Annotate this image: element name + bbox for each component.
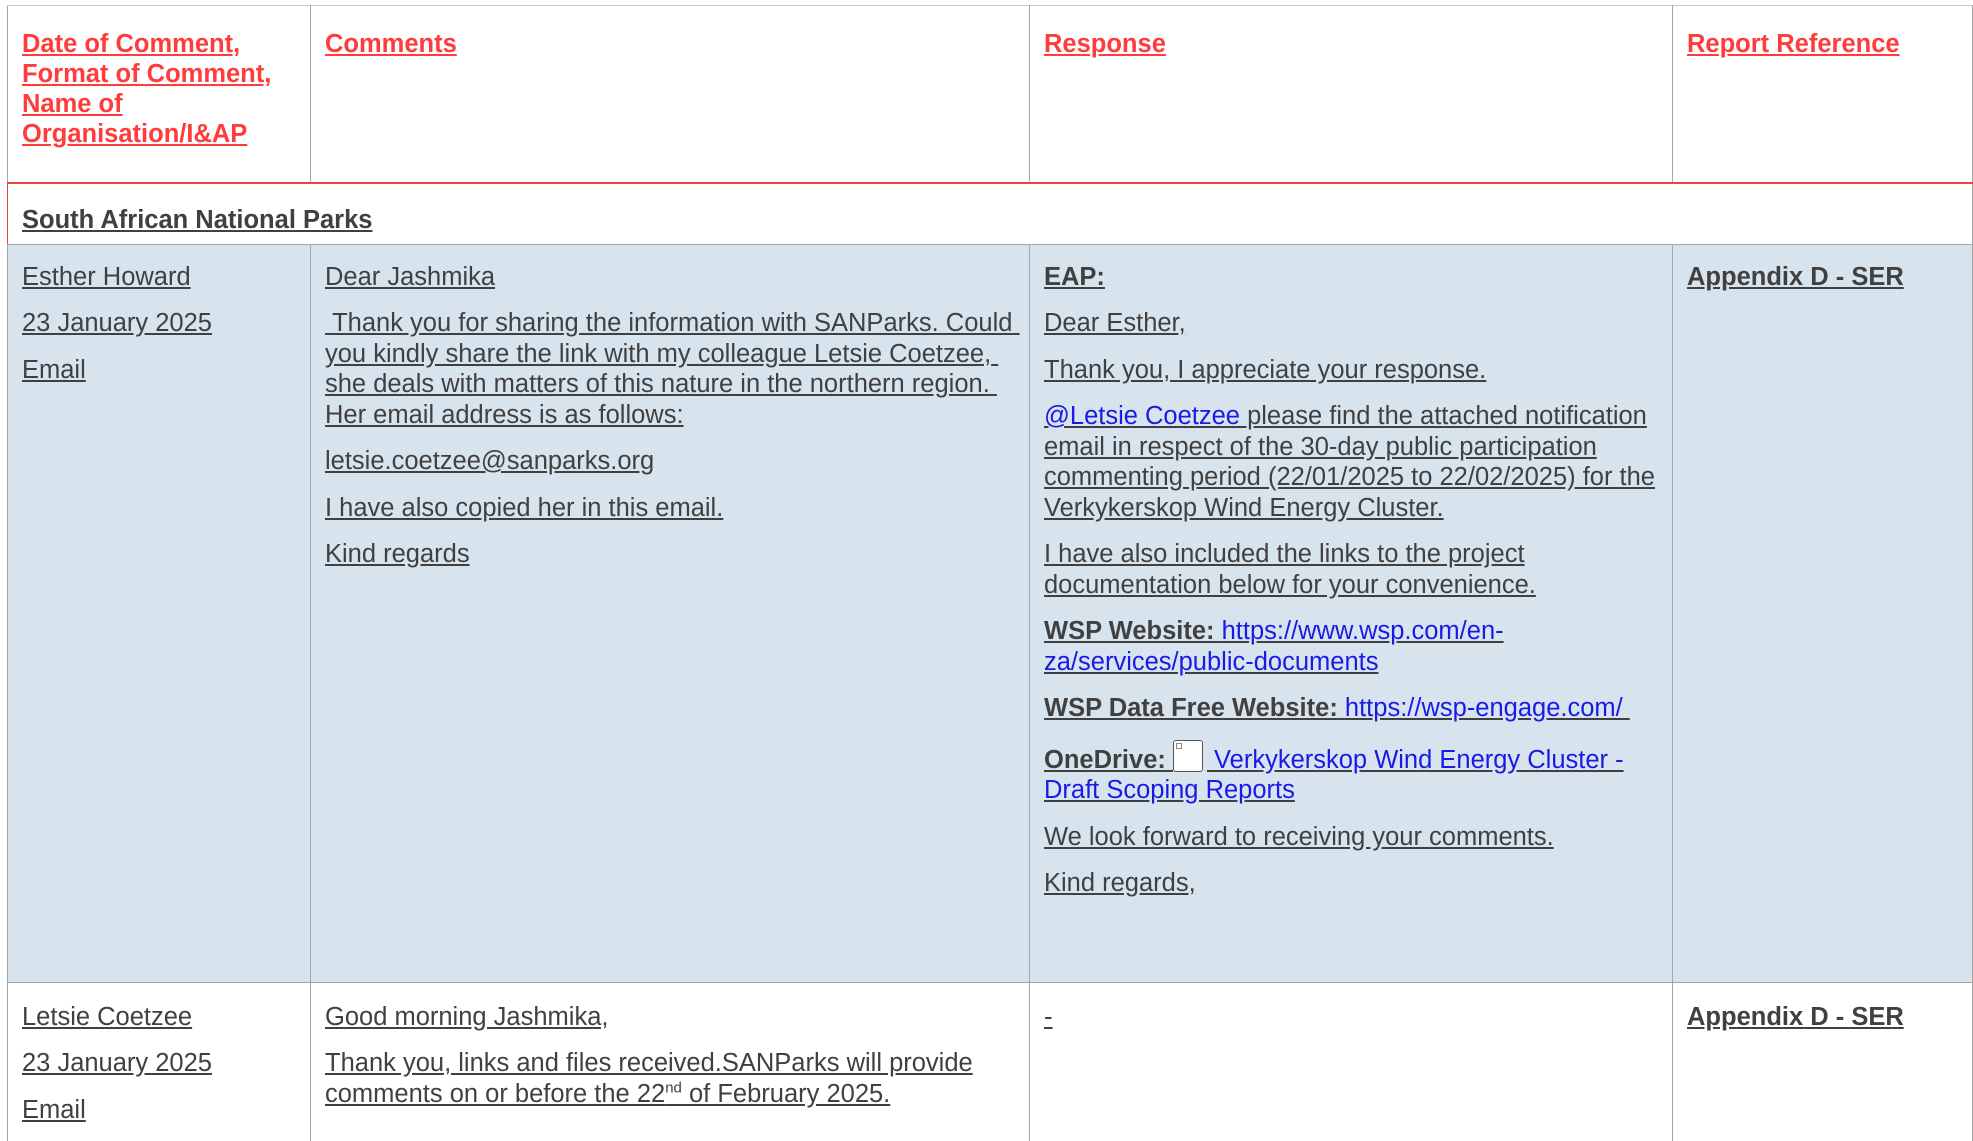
table-header-row: Date of Comment, Format of Comment, Name… bbox=[7, 5, 1973, 184]
comments-cell: Dear Jashmika Thank you for sharing the … bbox=[310, 244, 1030, 983]
response-cell: EAP: Dear Esther, Thank you, I appreciat… bbox=[1029, 244, 1673, 983]
section-title: South African National Parks bbox=[7, 183, 1973, 245]
commenter-cell: Letsie Coetzee 23 January 2025 Email bbox=[7, 982, 311, 1141]
wsp-website-label: WSP Website: bbox=[1044, 617, 1215, 645]
commenter-cell: Esther Howard 23 January 2025 Email bbox=[7, 244, 311, 983]
ordinal-suffix: nd bbox=[665, 1079, 682, 1096]
wsp-website-line: WSP Website: https://www.wsp.com/en-za/s… bbox=[1044, 616, 1660, 677]
onedrive-line: OneDrive: Verkykerskop Wind Energy Clust… bbox=[1044, 739, 1660, 806]
section-row: South African National Parks bbox=[7, 183, 1973, 245]
onedrive-label: OneDrive: bbox=[1044, 745, 1166, 774]
report-reference: Appendix D - SER bbox=[1687, 1002, 1904, 1031]
response-greeting: Dear Esther, bbox=[1044, 309, 1186, 337]
report-reference: Appendix D - SER bbox=[1687, 262, 1904, 291]
header-response: Response bbox=[1029, 5, 1673, 184]
reference-cell: Appendix D - SER bbox=[1672, 244, 1973, 983]
reference-cell: Appendix D - SER bbox=[1672, 982, 1973, 1141]
comment-date: 23 January 2025 bbox=[22, 309, 212, 337]
comments-cell: Good morning Jashmika, Thank you, links … bbox=[310, 982, 1030, 1141]
eap-label: EAP: bbox=[1044, 262, 1105, 291]
header-comments: Comments bbox=[310, 5, 1030, 184]
table-row: Letsie Coetzee 23 January 2025 Email Goo… bbox=[7, 982, 1973, 1141]
comments-response-table: Date of Comment, Format of Comment, Name… bbox=[7, 5, 1973, 1141]
response-closing: We look forward to receiving your commen… bbox=[1044, 822, 1554, 851]
comment-body: Thank you for sharing the information wi… bbox=[325, 309, 1020, 429]
wsp-data-free-line: WSP Data Free Website: https://wsp-engag… bbox=[1044, 693, 1660, 724]
response-links-intro: I have also included the links to the pr… bbox=[1044, 540, 1536, 599]
comment-email: letsie.coetzee@sanparks.org bbox=[325, 447, 655, 475]
comment-format: Email bbox=[22, 355, 86, 384]
comment-copied-note: I have also copied her in this email. bbox=[325, 493, 724, 522]
response-signoff: Kind regards, bbox=[1044, 869, 1196, 897]
comment-body: Thank you, links and files received.SANP… bbox=[325, 1048, 1017, 1109]
wsp-data-free-label: WSP Data Free Website: bbox=[1044, 694, 1338, 722]
table-row: Esther Howard 23 January 2025 Email Dear… bbox=[7, 244, 1973, 983]
comment-format: Email bbox=[22, 1095, 86, 1124]
wsp-data-free-link[interactable]: https://wsp-engage.com/ bbox=[1345, 694, 1630, 722]
comments-response-table-page: Date of Comment, Format of Comment, Name… bbox=[0, 0, 1973, 1141]
comment-greeting: Good morning Jashmika, bbox=[325, 1002, 609, 1031]
response-mention-paragraph: @Letsie Coetzee please find the attached… bbox=[1044, 401, 1660, 523]
response-thanks: Thank you, I appreciate your response. bbox=[1044, 355, 1487, 384]
comment-greeting: Dear Jashmika bbox=[325, 262, 496, 291]
response-text: - bbox=[1044, 1002, 1053, 1031]
document-icon bbox=[1172, 739, 1203, 772]
mention-link[interactable]: @Letsie Coetzee bbox=[1044, 402, 1240, 430]
header-date-format-organisation: Date of Comment, Format of Comment, Name… bbox=[7, 5, 311, 184]
response-cell: - bbox=[1029, 982, 1673, 1141]
header-report-reference: Report Reference bbox=[1672, 5, 1973, 184]
commenter-name: Esther Howard bbox=[22, 262, 191, 291]
comment-signoff: Kind regards bbox=[325, 540, 470, 568]
commenter-name: Letsie Coetzee bbox=[22, 1002, 193, 1031]
comment-date: 23 January 2025 bbox=[22, 1049, 212, 1077]
comment-body-end: of February 2025. bbox=[681, 1079, 891, 1108]
